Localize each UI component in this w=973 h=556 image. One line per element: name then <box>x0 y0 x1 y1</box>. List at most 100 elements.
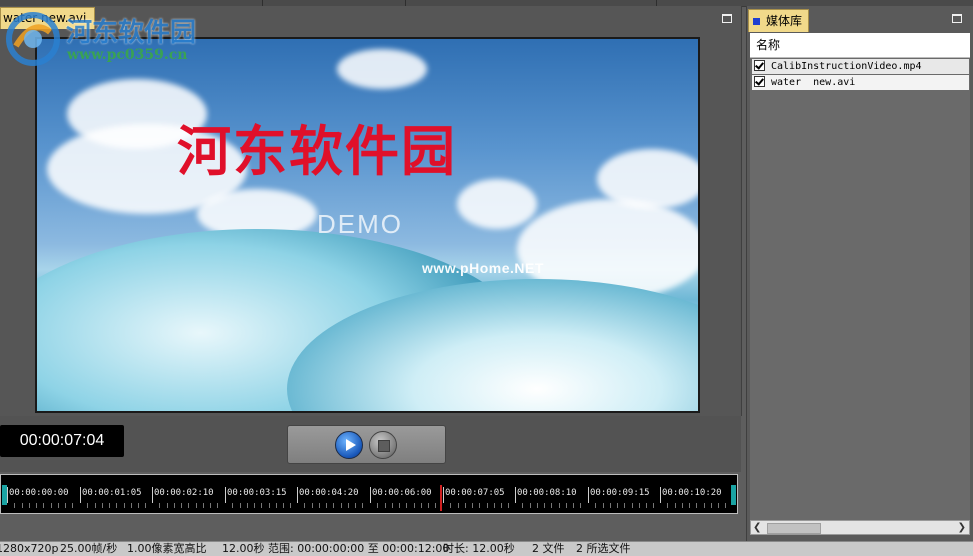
timeline-minor-tick <box>58 503 59 508</box>
maximize-icon[interactable] <box>952 14 962 23</box>
video-preview-frame[interactable]: 河东软件园 DEMO www.pHome.NET <box>35 37 700 413</box>
timeline-minor-tick <box>414 503 415 508</box>
timeline-minor-tick <box>682 503 683 508</box>
timeline-playhead[interactable] <box>440 485 442 511</box>
timeline-minor-tick <box>551 503 552 508</box>
transport-controls <box>287 425 446 464</box>
timeline-minor-tick <box>501 503 502 508</box>
timeline-minor-tick <box>124 503 125 508</box>
timeline-minor-tick <box>653 503 654 508</box>
timeline-minor-tick <box>333 503 334 508</box>
timeline-minor-tick <box>603 503 604 508</box>
timeline-minor-tick <box>479 503 480 508</box>
timeline-ruler[interactable]: 00:00:00:00 00:00:01:05 00:00:02:10 00:00:0… <box>0 474 738 514</box>
timeline-minor-tick <box>435 503 436 508</box>
timeline-minor-tick <box>65 503 66 508</box>
timeline-minor-tick <box>167 503 168 508</box>
site-watermark-url: www.pc0359.cn <box>67 47 188 63</box>
timeline-minor-tick <box>595 503 596 508</box>
timecode-display: 00:00:07:04 <box>0 425 124 457</box>
timeline-minor-tick <box>181 503 182 508</box>
timeline-major-tick <box>370 487 371 503</box>
timeline-minor-tick <box>472 503 473 508</box>
timeline-minor-tick <box>276 503 277 508</box>
timeline-major-tick <box>443 487 444 503</box>
tab-media-library[interactable]: 媒体库 <box>748 9 810 32</box>
timeline-minor-tick <box>254 503 255 508</box>
site-watermark-name: 河东软件园 <box>66 18 197 48</box>
timeline-minor-tick <box>458 503 459 508</box>
play-button[interactable] <box>335 431 363 459</box>
list-item[interactable]: CalibInstructionVideo.mp4 <box>752 59 969 74</box>
timeline-minor-tick <box>580 503 581 508</box>
timeline-minor-tick <box>247 503 248 508</box>
timeline-minor-tick <box>487 503 488 508</box>
list-item[interactable]: water new.avi <box>752 75 969 90</box>
status-bar: 1280x720p 25.00帧/秒 1.00像素宽高比 12.00秒 范围: … <box>0 541 973 556</box>
cloud-shape <box>597 149 698 209</box>
timeline-minor-tick <box>131 503 132 508</box>
cloud-shape <box>337 49 427 89</box>
timeline-tick-label: 00:00:04:20 <box>299 488 359 498</box>
timeline-minor-tick <box>196 503 197 508</box>
timeline-major-tick <box>515 487 516 503</box>
timeline-minor-tick <box>312 503 313 508</box>
media-file-list <box>750 33 970 520</box>
checkbox-checked[interactable] <box>754 76 765 87</box>
timeline-minor-tick <box>261 503 262 508</box>
timeline-minor-tick <box>399 503 400 508</box>
stop-button[interactable] <box>369 431 397 459</box>
status-pixel-aspect: 1.00像素宽高比 <box>127 542 207 555</box>
timeline-tick-label: 00:00:07:05 <box>445 488 505 498</box>
timeline-minor-tick <box>210 503 211 508</box>
timeline-minor-tick <box>95 503 96 508</box>
timeline-minor-tick <box>188 503 189 508</box>
timeline-minor-tick <box>704 503 705 508</box>
timeline-minor-tick <box>725 503 726 508</box>
timeline-major-tick <box>588 487 589 503</box>
scroll-right-icon[interactable]: ❯ <box>958 521 966 534</box>
timeline-minor-tick <box>326 503 327 508</box>
timeline-minor-tick <box>406 503 407 508</box>
status-range: 范围: 00:00:00:00 至 00:00:12:00 <box>268 542 450 555</box>
timeline-tick-label: 00:00:02:10 <box>154 488 214 498</box>
timeline-minor-tick <box>667 503 668 508</box>
timeline-tick-label: 00:00:00:00 <box>9 488 69 498</box>
timeline-minor-tick <box>269 503 270 508</box>
horizontal-scrollbar[interactable]: ❮ ❯ <box>750 520 970 535</box>
timeline-tick-label: 00:00:09:15 <box>590 488 650 498</box>
timeline-minor-tick <box>508 503 509 508</box>
timeline-major-tick <box>7 487 8 503</box>
timeline-minor-tick <box>385 503 386 508</box>
status-resolution: 1280x720p <box>0 542 59 555</box>
site-logo-icon <box>6 12 60 66</box>
video-overlay-demo: DEMO <box>317 209 403 239</box>
timeline-minor-tick <box>617 503 618 508</box>
timeline-minor-tick <box>232 503 233 508</box>
timeline-minor-tick <box>494 503 495 508</box>
scrollbar-thumb[interactable] <box>767 523 821 534</box>
scroll-left-icon[interactable]: ❮ <box>753 521 761 534</box>
column-header-name[interactable]: 名称 <box>750 33 970 58</box>
timeline-major-tick <box>80 487 81 503</box>
timeline-minor-tick <box>689 503 690 508</box>
video-overlay-url: www.pHome.NET <box>422 260 544 276</box>
cloud-shape <box>457 179 537 229</box>
maximize-icon[interactable] <box>722 14 732 23</box>
timeline-minor-tick <box>392 503 393 508</box>
timeline-minor-tick <box>109 503 110 508</box>
timeline-major-tick <box>225 487 226 503</box>
timeline-tick-label: 00:00:10:20 <box>662 488 722 498</box>
timeline-minor-tick <box>217 503 218 508</box>
media-tab-label: 媒体库 <box>766 14 803 28</box>
timeline-end-handle[interactable] <box>731 485 736 505</box>
timeline-minor-tick <box>573 503 574 508</box>
timeline-minor-tick <box>159 503 160 508</box>
video-overlay-title: 河东软件园 <box>177 119 457 183</box>
timeline-minor-tick <box>377 503 378 508</box>
timeline-minor-tick <box>14 503 15 508</box>
timeline-minor-tick <box>304 503 305 508</box>
checkbox-checked[interactable] <box>754 60 765 71</box>
timeline-minor-tick <box>87 503 88 508</box>
timeline-minor-tick <box>240 503 241 508</box>
